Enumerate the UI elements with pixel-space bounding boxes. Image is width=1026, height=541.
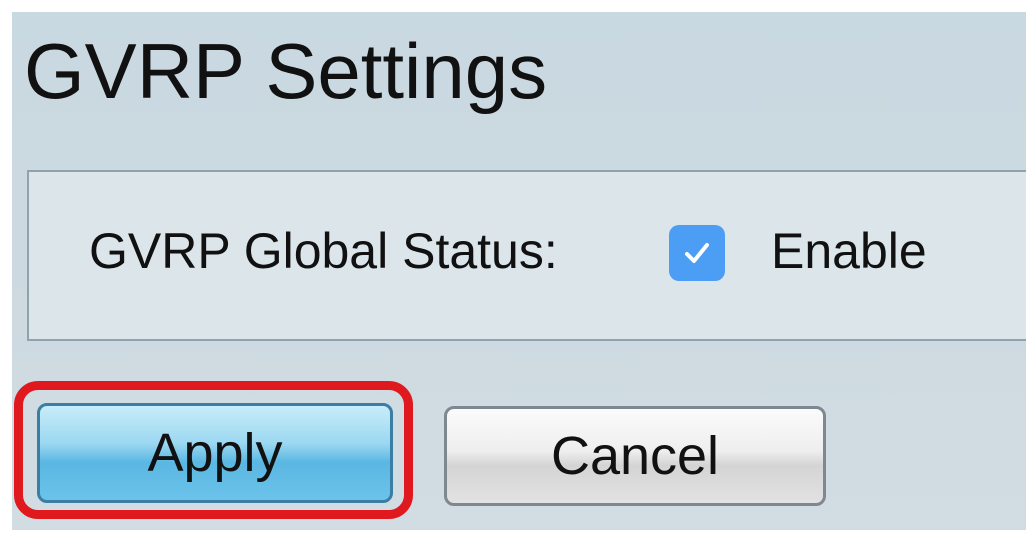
gvrp-settings-row: GVRP Global Status: Enable — [27, 170, 1026, 341]
apply-button[interactable]: Apply — [37, 403, 393, 503]
page-title: GVRP Settings — [24, 27, 548, 115]
enable-label: Enable — [771, 223, 927, 279]
cancel-button[interactable]: Cancel — [444, 406, 826, 506]
enable-checkbox[interactable] — [669, 225, 725, 281]
gvrp-global-status-label: GVRP Global Status: — [89, 223, 558, 279]
checkmark-icon — [685, 243, 709, 263]
screenshot-canvas: GVRP Settings GVRP Global Status: Enable… — [0, 0, 1026, 541]
